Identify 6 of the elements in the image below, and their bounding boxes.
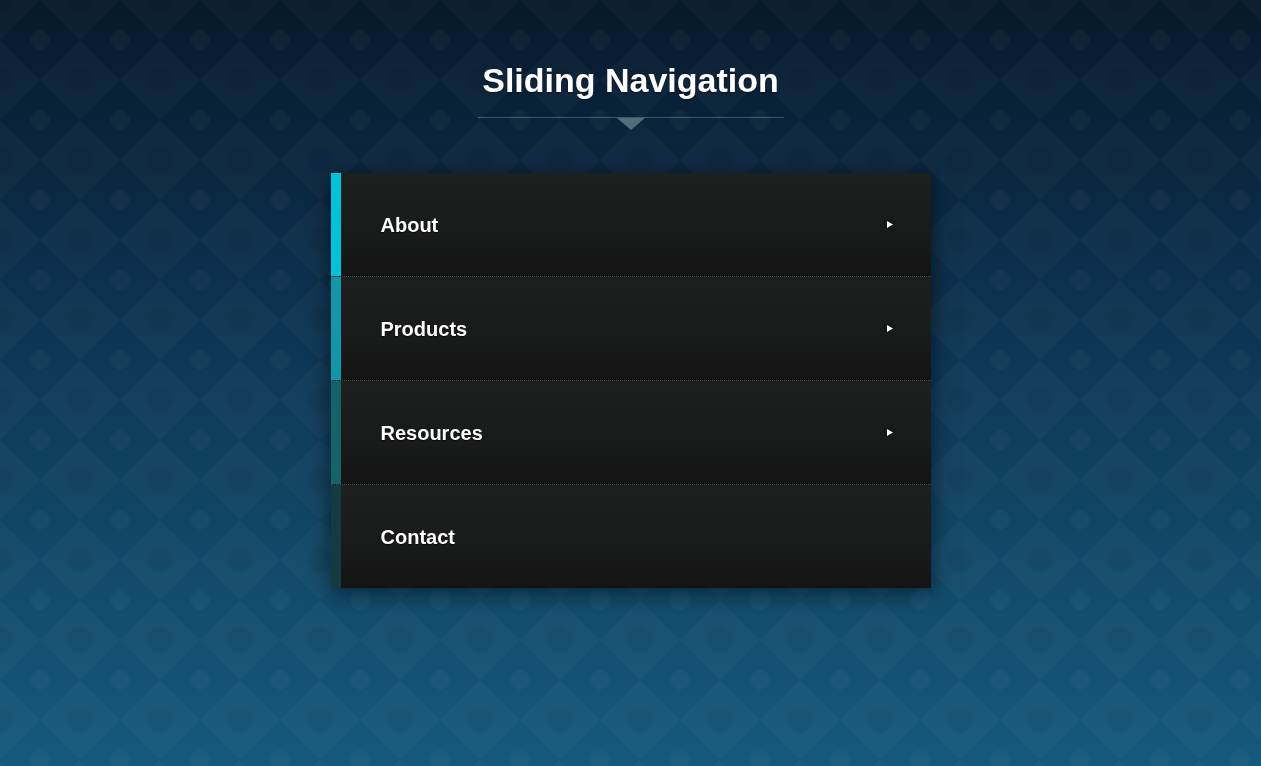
page-title: Sliding Navigation <box>482 60 779 101</box>
menu-item[interactable]: Resources <box>330 380 931 484</box>
menu-item[interactable]: Contact <box>330 484 931 588</box>
menu-item[interactable]: About <box>330 173 931 276</box>
triangle-icon <box>616 118 645 130</box>
menu-item[interactable]: Products <box>330 276 931 380</box>
